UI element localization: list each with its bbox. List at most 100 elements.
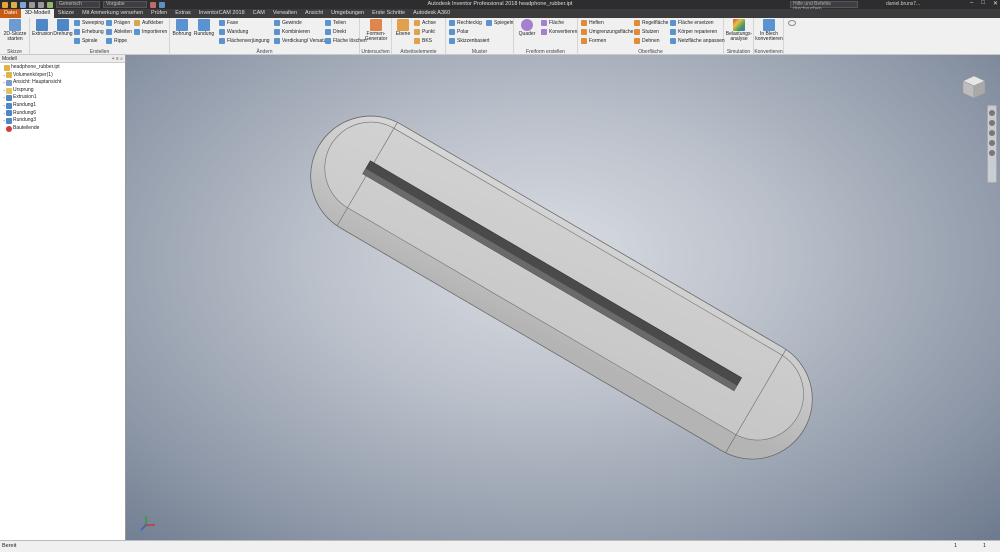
decal-label: Aufkleber xyxy=(142,20,164,26)
browser-node[interactable]: + Volumenkörper(1) xyxy=(0,72,125,80)
ucs-button[interactable]: BKS xyxy=(414,37,432,45)
tab-extras[interactable]: Extras xyxy=(171,9,195,18)
extend-button[interactable]: Dehnen xyxy=(634,37,660,45)
thread-button[interactable]: Gewinde xyxy=(274,19,302,27)
maximize-icon[interactable]: □ xyxy=(981,0,985,7)
thread-label: Gewinde xyxy=(282,20,302,26)
look-at-icon[interactable] xyxy=(989,150,995,156)
pan-icon[interactable] xyxy=(989,120,995,126)
sweep-button[interactable]: Sweeping xyxy=(74,19,104,27)
freeform-convert-label: Konvertieren xyxy=(549,29,578,35)
draft-button[interactable]: Flächenverjüngung xyxy=(219,37,270,45)
freeform-box-button[interactable]: Quader xyxy=(517,19,537,37)
fit-mesh-face-button[interactable]: Netzfläche anpassen xyxy=(670,37,725,45)
boundary-patch-button[interactable]: Umgrenzungsfläche xyxy=(581,28,633,36)
rubber-body[interactable] xyxy=(289,94,835,481)
trim-button[interactable]: Stutzen xyxy=(634,28,659,36)
zoom-icon[interactable] xyxy=(989,130,995,136)
minimize-icon[interactable]: – xyxy=(970,0,973,7)
extend-label: Dehnen xyxy=(642,38,660,44)
tab-erste-schritte[interactable]: Erste Schritte xyxy=(368,9,409,18)
direct-edit-icon xyxy=(325,29,331,35)
close-icon[interactable]: ✕ xyxy=(993,0,998,7)
hole-button[interactable]: Bohrung xyxy=(172,19,192,37)
rectangular-pattern-button[interactable]: Rechteckig xyxy=(449,19,482,27)
user-account[interactable]: daniel.bruns7... xyxy=(886,1,920,7)
freeform-convert-button[interactable]: Konvertieren xyxy=(541,28,577,36)
thicken-button[interactable]: Verdickung/ Versatz xyxy=(274,37,326,45)
plane-icon xyxy=(397,19,409,31)
sketch-pattern-button[interactable]: Skizzenbasiert xyxy=(449,37,490,45)
circular-pattern-label: Polar xyxy=(457,29,469,35)
browser-menu-icon[interactable]: + ≡ ⌕ xyxy=(112,55,123,63)
loft-button[interactable]: Erhebung xyxy=(74,28,104,36)
rib-button[interactable]: Rippe xyxy=(106,37,127,45)
tab-umgebungen[interactable]: Umgebungen xyxy=(327,9,368,18)
tab-verwalten[interactable]: Verwalten xyxy=(269,9,301,18)
browser-node[interactable]: + Rundung6 xyxy=(0,110,125,118)
freeform-face-label: Fläche xyxy=(549,20,565,26)
panel-konvertieren: In Blech konvertieren Konvertieren xyxy=(754,18,784,55)
browser-node[interactable]: headphone_rubber.ipt xyxy=(0,64,125,72)
browser-node[interactable]: + Rundung1 xyxy=(0,102,125,110)
point-button[interactable]: Punkt xyxy=(414,28,435,36)
panel-muster: Rechteckig Polar Skizzenbasiert Spiegeln… xyxy=(446,18,514,55)
fillet-icon xyxy=(198,19,210,31)
tab-cam[interactable]: CAM xyxy=(249,9,269,18)
decal-button[interactable]: Aufkleber xyxy=(134,19,163,27)
browser-tree: headphone_rubber.ipt + Volumenkörper(1) +… xyxy=(0,63,125,132)
browser-node[interactable]: + Ursprung xyxy=(0,87,125,95)
start-sketch-button[interactable]: 2D-Skizze starten xyxy=(2,19,28,42)
shell-button[interactable]: Wandung xyxy=(219,28,248,36)
ribbon-options-icon[interactable] xyxy=(788,20,796,26)
repair-bodies-button[interactable]: Körper reparieren xyxy=(670,28,717,36)
shape-generator-button[interactable]: Formen-Generator xyxy=(362,19,390,42)
tab-3d-modell[interactable]: 3D-Modell xyxy=(20,9,54,18)
import-label: Importieren xyxy=(142,29,168,35)
split-button[interactable]: Teilen xyxy=(325,19,346,27)
direct-button[interactable]: Direkt xyxy=(325,28,346,36)
tab-a360[interactable]: Autodesk A360 xyxy=(409,9,454,18)
convert-sheet-metal-button[interactable]: In Blech konvertieren xyxy=(755,19,783,42)
tab-pruefen[interactable]: Prüfen xyxy=(147,9,171,18)
circular-pattern-button[interactable]: Polar xyxy=(449,28,469,36)
revolve-button[interactable]: Drehung xyxy=(53,19,73,37)
boundary-patch-icon xyxy=(581,29,587,35)
axis-button[interactable]: Achse xyxy=(414,19,436,27)
tab-datei[interactable]: Datei xyxy=(0,9,21,18)
stress-analysis-button[interactable]: Belastungs-analyse xyxy=(725,19,753,42)
import-button[interactable]: Importieren xyxy=(134,28,167,36)
part-model[interactable] xyxy=(126,55,1000,540)
derive-button[interactable]: Ableiten xyxy=(106,28,132,36)
panel-oberflaeche: Heften Umgrenzungsfläche Formen Regelflä… xyxy=(578,18,725,55)
coil-button[interactable]: Spirale xyxy=(74,37,98,45)
plane-button[interactable]: Ebene xyxy=(394,19,412,37)
sculpt-button[interactable]: Formen xyxy=(581,37,606,45)
extrusion-button[interactable]: Extrusion xyxy=(32,19,53,37)
ruled-surface-button[interactable]: Regelfläche xyxy=(634,19,668,27)
chamfer-button[interactable]: Fase xyxy=(219,19,238,27)
help-search-input[interactable]: Hilfe und Befehle durchsuchen xyxy=(790,1,858,12)
mirror-button[interactable]: Spiegeln xyxy=(486,19,513,27)
stitch-button[interactable]: Heften xyxy=(581,19,604,27)
replace-face-button[interactable]: Fläche ersetzen xyxy=(670,19,714,27)
orbit-icon[interactable] xyxy=(989,140,995,146)
tab-skizze[interactable]: Skizze xyxy=(54,9,78,18)
freeform-face-button[interactable]: Fläche xyxy=(541,19,564,27)
browser-node[interactable]: + Ansicht: Hauptansicht xyxy=(0,79,125,87)
tab-anmerkung[interactable]: Mit Anmerkung versehen xyxy=(78,9,147,18)
browser-node[interactable]: + Rundung3 xyxy=(0,117,125,125)
combine-button[interactable]: Kombinieren xyxy=(274,28,310,36)
thicken-label: Verdickung/ Versatz xyxy=(282,38,327,44)
browser-node[interactable]: + Extrusion1 xyxy=(0,94,125,102)
tab-inventorcam[interactable]: InventorCAM 2018 xyxy=(195,9,249,18)
emboss-button[interactable]: Prägen xyxy=(106,19,130,27)
title-bar: Generisch Vorgabe Autodesk Inventor Prof… xyxy=(0,0,1000,12)
graphics-viewport[interactable] xyxy=(126,55,1000,540)
viewcube-icon[interactable] xyxy=(960,73,988,101)
circular-pattern-icon xyxy=(449,29,455,35)
fillet-button[interactable]: Rundung xyxy=(193,19,215,37)
browser-node[interactable]: Bauteilende xyxy=(0,125,125,133)
steering-wheel-icon[interactable] xyxy=(989,110,995,116)
tab-ansicht[interactable]: Ansicht xyxy=(301,9,327,18)
